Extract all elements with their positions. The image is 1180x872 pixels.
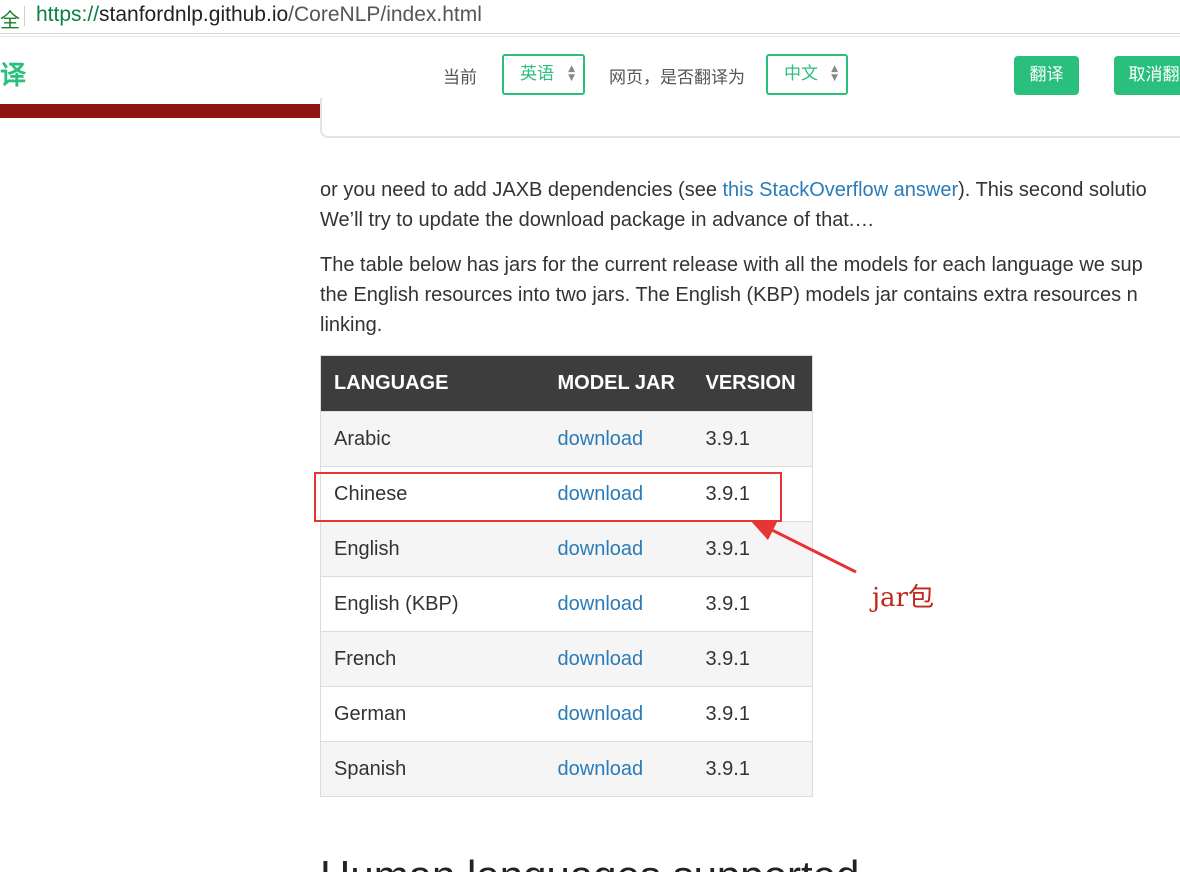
annotation-label: jar包 [872,583,934,613]
section-heading: Human languages supported [320,852,859,872]
annotation-arrow-icon [750,520,857,574]
